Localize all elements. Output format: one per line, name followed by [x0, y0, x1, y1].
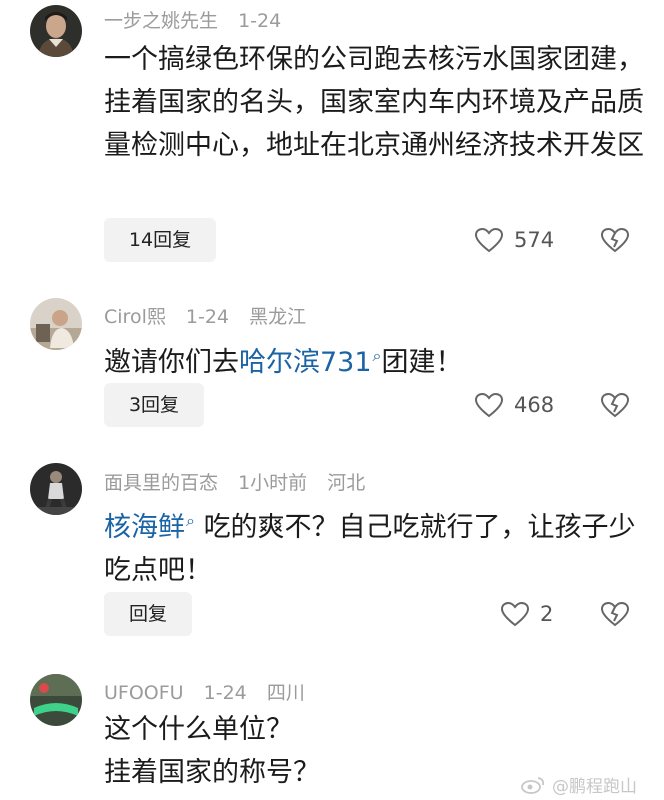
broken-heart-icon	[600, 227, 630, 253]
heart-icon	[474, 392, 504, 418]
comment-text-part: 团建！	[381, 347, 463, 378]
comment-location: 四川	[266, 682, 305, 704]
like-count: 574	[514, 228, 555, 252]
comment-date: 1-24	[238, 10, 282, 32]
search-icon: ⌕	[186, 511, 195, 530]
comment-meta: UFOOFU 1-24 四川	[104, 678, 319, 705]
topic-link[interactable]: 哈尔滨731	[239, 347, 372, 378]
comment-text: 邀请你们去哈尔滨731⌕团建！	[104, 334, 644, 384]
reply-button[interactable]: 3回复	[104, 383, 204, 427]
like-button[interactable]: 468	[474, 383, 554, 427]
avatar[interactable]	[30, 674, 82, 726]
comment-location: 黑龙江	[249, 306, 307, 328]
comment-text-part: 邀请你们去	[104, 347, 239, 378]
dislike-button[interactable]	[600, 383, 630, 427]
like-count: 468	[514, 393, 555, 417]
username[interactable]: UFOOFU	[104, 682, 184, 704]
username[interactable]: 面具里的百态	[104, 472, 218, 494]
avatar[interactable]	[30, 5, 82, 57]
weibo-icon	[521, 776, 545, 794]
watermark: @鹏程跑山	[520, 772, 637, 797]
like-count: 2	[540, 602, 554, 626]
comment-line: 这个什么单位？	[104, 714, 293, 745]
topic-link[interactable]: 核海鲜	[104, 512, 185, 543]
username[interactable]: Cirol熙	[104, 306, 166, 328]
dislike-button[interactable]	[600, 218, 630, 262]
reply-button[interactable]: 回复	[104, 592, 192, 636]
username[interactable]: 一步之姚先生	[104, 10, 218, 32]
broken-heart-icon	[600, 601, 630, 627]
comment-text: 一个搞绿色环保的公司跑去核污水国家团建，挂着国家的名头，国家室内车内环境及产品质…	[104, 44, 644, 161]
comment-meta: 面具里的百态 1小时前 河北	[104, 468, 379, 495]
comment-location: 河北	[327, 472, 366, 494]
watermark-text: @鹏程跑山	[552, 777, 637, 797]
comment-meta: 一步之姚先生 1-24	[104, 6, 295, 33]
comment-date: 1-24	[185, 306, 230, 328]
comment-date: 1小时前	[238, 472, 308, 494]
search-icon: ⌕	[372, 346, 382, 365]
reply-button[interactable]: 14回复	[104, 218, 216, 262]
comment-date: 1-24	[203, 682, 247, 704]
dislike-button[interactable]	[600, 592, 630, 636]
like-button[interactable]: 574	[474, 218, 554, 262]
heart-icon	[500, 601, 530, 627]
like-button[interactable]: 2	[500, 592, 553, 636]
avatar[interactable]	[30, 463, 82, 515]
comment-meta: Cirol熙 1-24 黑龙江	[104, 302, 320, 329]
avatar[interactable]	[30, 298, 82, 350]
broken-heart-icon	[600, 392, 630, 418]
heart-icon	[474, 227, 504, 253]
comment-text: 核海鲜⌕ 吃的爽不？自己吃就行了，让孩子少吃点吧！	[104, 499, 644, 592]
